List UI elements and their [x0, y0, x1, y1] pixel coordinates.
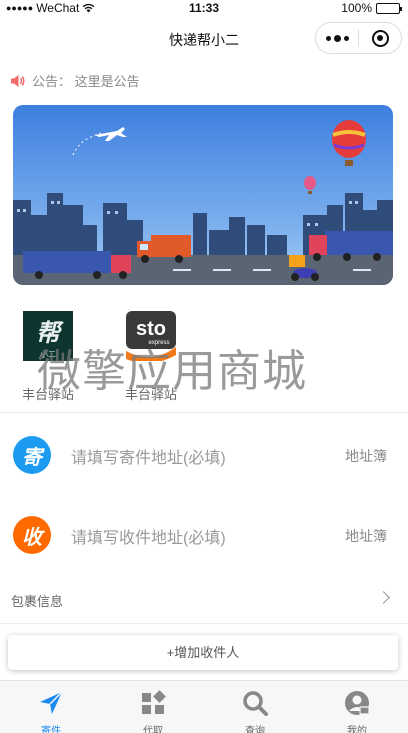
notice-text: 公告： 这里是公告 — [32, 74, 140, 89]
status-bar: ●●●●● WeChat 11:33 100% — [0, 0, 408, 18]
watermark: 微擎应用商城 — [37, 346, 307, 397]
close-icon — [371, 29, 389, 47]
tab-bar: 寄件 代取 查询 我的 — [0, 680, 408, 733]
mini-program-capsule — [315, 22, 402, 54]
chevron-right-icon — [377, 591, 390, 604]
tab-send[interactable]: 寄件 — [0, 681, 102, 733]
receiver-badge: 收 — [13, 516, 51, 554]
search-icon — [243, 691, 268, 716]
tab-mine[interactable]: 我的 — [306, 681, 408, 733]
notice-bar[interactable]: 公告： 这里是公告 — [10, 71, 140, 90]
sender-address-row[interactable]: 寄 请填写寄件地址(必填) 地址簿 — [0, 427, 408, 487]
tab-send-label: 寄件 — [41, 726, 61, 733]
divider — [0, 623, 408, 624]
receiver-address-placeholder[interactable]: 请填写收件地址(必填) — [71, 524, 226, 548]
send-icon — [40, 691, 63, 714]
tab-pickup-label: 代取 — [143, 726, 163, 733]
package-info-row[interactable]: 包裹信息 — [0, 585, 408, 615]
tab-search-label: 查询 — [245, 726, 265, 733]
package-info-label: 包裹信息 — [11, 594, 64, 609]
banner-image[interactable] — [13, 105, 393, 285]
sender-address-placeholder[interactable]: 请填写寄件地址(必填) — [71, 444, 226, 468]
tab-pickup[interactable]: 代取 — [102, 681, 204, 733]
sender-address-book-link[interactable]: 地址簿 — [345, 446, 387, 466]
sender-badge: 寄 — [13, 436, 51, 474]
battery-area: 100% — [341, 1, 402, 15]
user-icon — [345, 691, 370, 715]
tab-mine-label: 我的 — [347, 726, 367, 733]
close-button[interactable] — [359, 29, 401, 47]
add-receiver-button[interactable]: +增加收件人 — [8, 635, 398, 670]
tab-search[interactable]: 查询 — [204, 681, 306, 733]
apps-icon — [142, 690, 166, 714]
battery-icon — [376, 2, 402, 14]
speaker-icon — [11, 74, 25, 87]
nav-bar: 快递帮小二 — [0, 18, 408, 60]
banner-illustration — [13, 105, 393, 285]
receiver-address-book-link[interactable]: 地址簿 — [345, 526, 387, 546]
receiver-address-row[interactable]: 收 请填写收件地址(必填) 地址簿 — [0, 507, 408, 567]
more-button[interactable] — [316, 34, 358, 42]
divider — [0, 412, 408, 413]
battery-percent: 100% — [341, 1, 372, 15]
